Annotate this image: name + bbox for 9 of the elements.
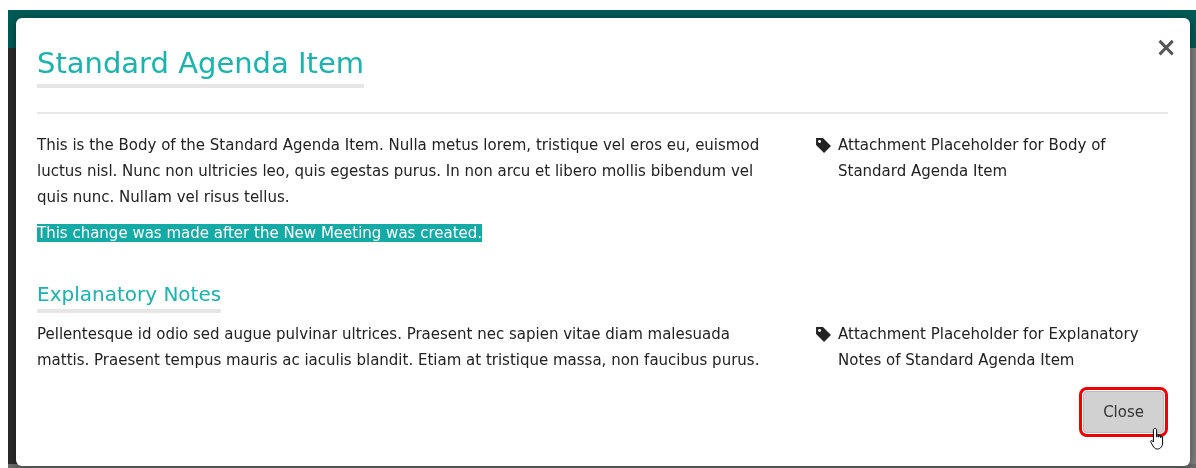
tag-icon bbox=[815, 326, 832, 343]
paragraph: This is the Body of the Standard Agenda Item. Nulla metus lorem, tristique vel eros eu, euismod luctus nisl. Nunc non ultricies leo, quis egestas purus. In non arcu et libero mollis bibendum vel quis nunc. Nullam vel risus tellus. bbox=[37, 136, 760, 206]
dialog-title: Standard Agenda Item bbox=[37, 46, 365, 88]
attachment-link[interactable]: Attachment Placeholder for Body of Standard Agenda Item bbox=[838, 132, 1168, 184]
highlighted-text: This change was made after the New Meeting was created. bbox=[37, 224, 483, 242]
tag-icon bbox=[815, 137, 832, 154]
section-heading: Explanatory Notes bbox=[37, 282, 222, 313]
attachment-link[interactable]: Attachment Placeholder for Explanatory Notes of Standard Agenda Item bbox=[838, 321, 1168, 373]
paragraph: Pellentesque id odio sed augue pulvinar ultrices. Praesent nec sapien vitae diam malesuada mattis. Praesent tempus mauris ac iaculis blandit. Etiam at tristique massa, non faucibus purus. bbox=[37, 325, 760, 369]
